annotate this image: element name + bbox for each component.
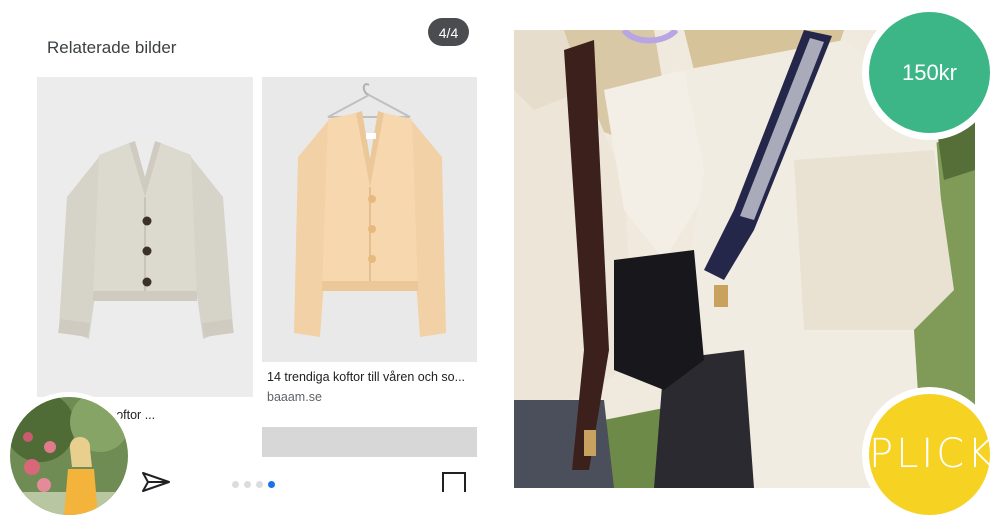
card-caption[interactable]: 14 trendiga koftor till våren och so... — [267, 370, 477, 384]
result-card-1[interactable]: de tröjor och koftor ... — [37, 77, 253, 437]
price-label: 150kr — [869, 12, 990, 133]
pagination-dot[interactable] — [232, 481, 239, 488]
pagination-dot[interactable] — [256, 481, 263, 488]
result-card-3[interactable] — [262, 427, 477, 457]
price-badge: 150kr — [862, 5, 997, 140]
card-source[interactable]: baaam.se — [267, 390, 322, 404]
square-icon[interactable] — [440, 470, 468, 494]
pagination-dot[interactable] — [244, 481, 251, 488]
pagination-dots — [232, 481, 275, 488]
cardigan-beige-image[interactable] — [262, 77, 477, 362]
plick-logo: PLICK — [862, 387, 997, 522]
share-icon[interactable] — [140, 470, 172, 494]
avatar[interactable] — [5, 392, 133, 520]
cardigan-grey-image[interactable] — [37, 77, 253, 397]
page-counter: 4/4 — [428, 18, 469, 46]
plick-logo-text: PLICK — [869, 394, 993, 515]
pagination-dot-active[interactable] — [268, 481, 275, 488]
result-card-2[interactable]: 14 trendiga koftor till våren och so... … — [262, 77, 477, 417]
section-title: Relaterade bilder — [47, 38, 177, 57]
